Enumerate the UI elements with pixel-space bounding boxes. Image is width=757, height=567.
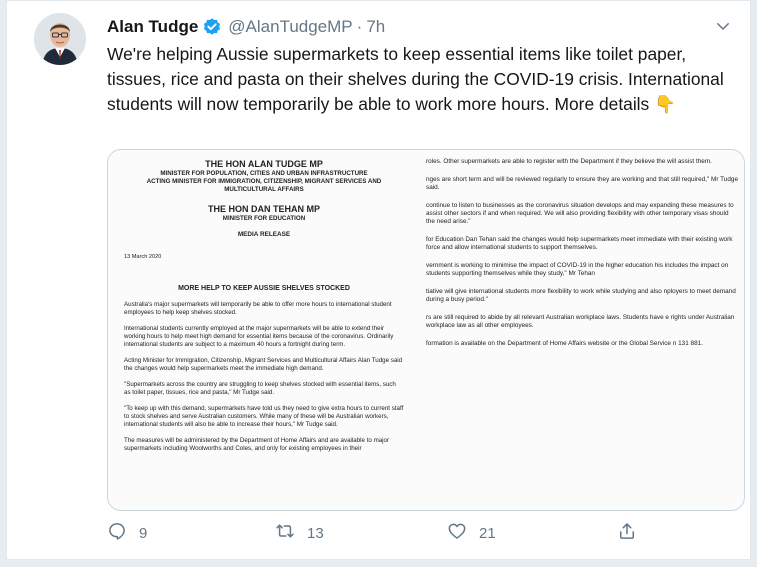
media-release-left-column: THE HON ALAN TUDGE MP MINISTER FOR POPUL… xyxy=(124,158,404,508)
avatar-photo xyxy=(34,13,86,65)
reply-icon xyxy=(107,521,139,545)
verified-badge-icon xyxy=(202,17,222,37)
retweet-count: 13 xyxy=(307,524,324,542)
like-button[interactable]: 21 xyxy=(447,517,496,549)
tweet-header: Alan Tudge @AlanTudgeMP · 7h xyxy=(107,15,732,39)
avatar[interactable] xyxy=(34,13,86,65)
doc-paragraph: Acting Minister for Immigration, Citizen… xyxy=(124,357,403,372)
media-release-right-column: roles. Other supermarkets are able to re… xyxy=(426,158,738,508)
doc-role-1: MINISTER FOR POPULATION, CITIES AND URBA… xyxy=(160,170,368,177)
doc-role-3: MULTICULTURAL AFFAIRS xyxy=(224,186,304,193)
doc-paragraph: International students currently employe… xyxy=(124,325,394,348)
doc-paragraph: continue to listen to businesses as the … xyxy=(426,202,734,225)
retweet-icon xyxy=(275,521,307,545)
doc-paragraph: for Education Dan Tehan said the changes… xyxy=(426,236,733,251)
share-icon xyxy=(617,521,649,545)
author-name[interactable]: Alan Tudge xyxy=(107,17,198,37)
doc-role-4: MINISTER FOR EDUCATION xyxy=(222,215,306,222)
doc-heading: MORE HELP TO KEEP AUSSIE SHELVES STOCKED xyxy=(178,285,350,292)
media-attachment[interactable]: THE HON ALAN TUDGE MP MINISTER FOR POPUL… xyxy=(107,149,745,511)
doc-title-2: THE HON DAN TEHAN MP xyxy=(208,204,320,214)
doc-role-2: ACTING MINISTER FOR IMMIGRATION, CITIZEN… xyxy=(146,178,382,185)
doc-date: 13 March 2020 xyxy=(124,254,162,260)
heart-icon xyxy=(447,521,479,545)
doc-paragraph: Australia's major supermarkets will temp… xyxy=(124,301,392,316)
reply-button[interactable]: 9 xyxy=(107,517,147,549)
doc-paragraph: roles. Other supermarkets are able to re… xyxy=(426,158,712,165)
doc-paragraph: "Supermarkets across the country are str… xyxy=(124,381,396,396)
tweet-text: We're helping Aussie supermarkets to kee… xyxy=(107,44,724,114)
doc-release-label: MEDIA RELEASE xyxy=(237,231,291,238)
author-handle[interactable]: @AlanTudgeMP xyxy=(228,17,352,37)
share-button[interactable] xyxy=(617,517,649,549)
separator-dot: · xyxy=(356,17,363,36)
chevron-down-icon[interactable] xyxy=(714,17,732,35)
doc-paragraph: The measures will be administered by the… xyxy=(124,437,390,452)
doc-paragraph: nges are short term and will be reviewed… xyxy=(426,176,739,191)
tweet-card[interactable]: Alan Tudge @AlanTudgeMP · 7h We're helpi… xyxy=(6,0,751,560)
reply-count: 9 xyxy=(139,524,148,542)
doc-paragraph: tiative will give international students… xyxy=(426,288,736,303)
like-count: 21 xyxy=(479,524,496,542)
retweet-button[interactable]: 13 xyxy=(275,517,324,549)
tweet-timestamp[interactable]: 7h xyxy=(366,17,385,37)
doc-title-1: THE HON ALAN TUDGE MP xyxy=(205,159,323,169)
doc-paragraph: rs are still required to abide by all re… xyxy=(426,314,735,329)
doc-paragraph: vernment is working to minimise the impa… xyxy=(426,262,729,277)
tweet-actions: 9 13 21 xyxy=(107,517,707,549)
doc-paragraph: formation is available on the Department… xyxy=(426,340,703,347)
doc-paragraph: "To keep up with this demand, supermarke… xyxy=(124,405,404,428)
